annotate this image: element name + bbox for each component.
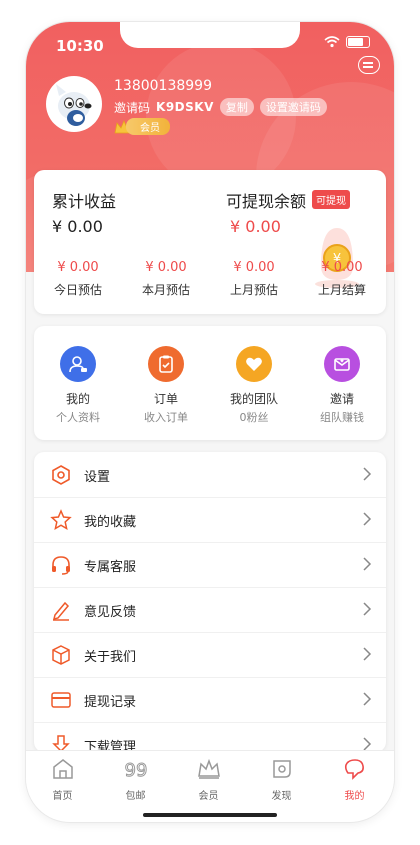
status-time: 10:30 bbox=[56, 37, 104, 55]
invite-icon bbox=[324, 346, 360, 382]
quick-action-subtitle: 收入订单 bbox=[144, 411, 188, 424]
card-icon bbox=[51, 692, 71, 708]
box-icon bbox=[52, 645, 70, 665]
set-invite-code-button[interactable]: 设置邀请码 bbox=[259, 98, 327, 116]
wifi-icon bbox=[324, 36, 340, 48]
home-indicator bbox=[143, 813, 277, 817]
headset-icon bbox=[52, 556, 70, 575]
message-icon[interactable] bbox=[358, 56, 380, 74]
pencil-icon bbox=[52, 601, 70, 621]
earnings-card: 累计收益 ¥ 0.00 可提现余额 可提现 ¥ 0.00 ¥ ¥ 0.00 今日… bbox=[34, 170, 386, 314]
quick-action-title: 邀请 bbox=[329, 392, 354, 406]
withdrawable-value: ¥ 0.00 bbox=[230, 217, 281, 236]
menu-label: 专属客服 bbox=[84, 560, 137, 575]
tab-mine[interactable]: 我的 bbox=[318, 757, 391, 802]
estimate-value: ¥ 0.00 bbox=[57, 260, 99, 275]
notch bbox=[120, 22, 300, 48]
tab-label: 首页 bbox=[52, 791, 73, 802]
tab-discover[interactable]: 发现 bbox=[245, 757, 318, 802]
crown-icon bbox=[197, 758, 220, 779]
tab-home[interactable]: 首页 bbox=[26, 757, 99, 802]
status-icons bbox=[324, 36, 370, 48]
menu-item-feedback[interactable]: 意见反馈 bbox=[34, 587, 386, 633]
estimate-label: 本月预估 bbox=[141, 283, 190, 297]
invite-code: K9DSKV bbox=[156, 100, 214, 114]
chevron-right-icon bbox=[363, 602, 372, 616]
quick-action-title: 我的 bbox=[65, 392, 90, 406]
home-icon bbox=[52, 759, 73, 779]
copy-button[interactable]: 复制 bbox=[219, 98, 254, 116]
estimates-row: ¥ 0.00 今日预估 ¥ 0.00 本月预估 ¥ 0.00 上月预估 ¥ 0.… bbox=[34, 260, 386, 298]
estimate-today: ¥ 0.00 今日预估 bbox=[34, 260, 122, 298]
quick-action-team[interactable]: 我的团队 0粉丝 bbox=[210, 346, 298, 425]
estimate-last-month: ¥ 0.00 上月预估 bbox=[210, 260, 298, 298]
menu-label: 我的收藏 bbox=[84, 515, 137, 530]
withdrawable-label: 可提现余额 bbox=[226, 192, 307, 211]
quick-action-subtitle: 0粉丝 bbox=[239, 411, 269, 424]
tab-vip[interactable]: 会员 bbox=[172, 757, 245, 802]
estimate-settled: ¥ 0.00 上月结算 bbox=[298, 260, 386, 298]
estimate-value: ¥ 0.00 bbox=[321, 260, 363, 275]
tab-label: 包邮 bbox=[125, 791, 146, 802]
vip-badge: 会员 bbox=[114, 118, 170, 135]
quick-action-invite[interactable]: 邀请 组队赚钱 bbox=[298, 346, 386, 425]
menu-item-customer-service[interactable]: 专属客服 bbox=[34, 542, 386, 588]
tab-label: 发现 bbox=[271, 791, 292, 802]
menu-item-withdraw-records[interactable]: 提现记录 bbox=[34, 677, 386, 723]
quick-action-profile[interactable]: 我的 个人资料 bbox=[34, 346, 122, 425]
invite-code-label: 邀请码 bbox=[114, 100, 151, 115]
svg-text:99: 99 bbox=[124, 760, 147, 781]
estimate-month: ¥ 0.00 本月预估 bbox=[122, 260, 210, 298]
settings-icon bbox=[52, 465, 70, 485]
avatar[interactable] bbox=[46, 76, 102, 132]
quick-action-title: 我的团队 bbox=[229, 392, 278, 406]
total-earnings-label: 累计收益 bbox=[52, 192, 117, 211]
tab-free-shipping[interactable]: 99 包邮 bbox=[99, 757, 172, 803]
chevron-right-icon bbox=[363, 467, 372, 481]
tab-label: 我的 bbox=[344, 791, 365, 802]
chevron-right-icon bbox=[363, 512, 372, 526]
profile-icon bbox=[60, 346, 96, 382]
menu-label: 设置 bbox=[84, 470, 111, 485]
team-icon bbox=[236, 346, 272, 382]
chevron-right-icon bbox=[363, 647, 372, 661]
menu-list: 设置 我的收藏 专属客服 意见反馈 关于我们 提现记录 下载管理 bbox=[34, 452, 386, 752]
mine-icon bbox=[344, 759, 364, 780]
discover-icon bbox=[272, 760, 291, 778]
phone-screen: 10:30 13800138999 邀请码 K9DSKV 复制 设置邀请码 会员… bbox=[26, 22, 394, 822]
order-icon bbox=[148, 346, 184, 382]
menu-item-downloads[interactable]: 下载管理 bbox=[34, 722, 386, 752]
menu-label: 提现记录 bbox=[84, 695, 137, 710]
tab-label: 会员 bbox=[198, 791, 219, 802]
estimate-label: 上月预估 bbox=[229, 283, 278, 297]
menu-item-favorites[interactable]: 我的收藏 bbox=[34, 497, 386, 543]
quick-action-orders[interactable]: 订单 收入订单 bbox=[122, 346, 210, 425]
chevron-right-icon bbox=[363, 692, 372, 706]
total-earnings-value: ¥ 0.00 bbox=[52, 217, 103, 236]
quick-action-title: 订单 bbox=[153, 392, 178, 406]
menu-item-settings[interactable]: 设置 bbox=[34, 452, 386, 498]
estimate-label: 今日预估 bbox=[53, 283, 102, 297]
chevron-right-icon bbox=[363, 737, 372, 751]
vip-label: 会员 bbox=[126, 118, 170, 135]
menu-item-about[interactable]: 关于我们 bbox=[34, 632, 386, 678]
estimate-label: 上月结算 bbox=[317, 283, 366, 297]
menu-label: 关于我们 bbox=[84, 650, 137, 665]
quick-actions-card: 我的 个人资料 订单 收入订单 我的团队 0粉丝 邀请 组队赚钱 bbox=[34, 326, 386, 440]
phone-number: 13800138999 bbox=[114, 78, 212, 94]
menu-label: 意见反馈 bbox=[84, 605, 137, 620]
battery-icon bbox=[346, 36, 370, 48]
free-shipping-icon: 99 bbox=[124, 760, 148, 782]
estimate-value: ¥ 0.00 bbox=[233, 260, 275, 275]
invite-row: 邀请码 K9DSKV 复制 设置邀请码 bbox=[114, 98, 327, 116]
estimate-value: ¥ 0.00 bbox=[145, 260, 187, 275]
withdraw-tag[interactable]: 可提现 bbox=[312, 190, 350, 209]
chevron-right-icon bbox=[363, 557, 372, 571]
quick-action-subtitle: 个人资料 bbox=[56, 411, 100, 424]
quick-action-subtitle: 组队赚钱 bbox=[320, 411, 364, 424]
star-icon bbox=[50, 509, 72, 531]
tab-bar: 首页 99 包邮 会员 发现 我的 bbox=[26, 750, 394, 822]
